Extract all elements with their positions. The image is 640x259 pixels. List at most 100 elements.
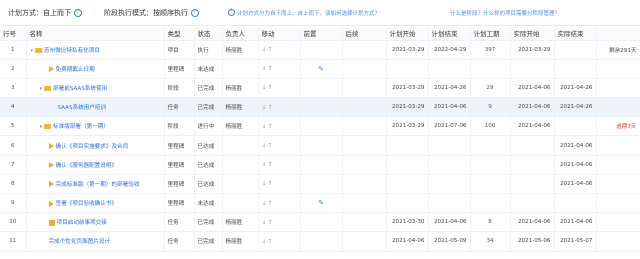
move-arrows-icon[interactable]: ↓↑ [258, 59, 301, 79]
stage-help-link[interactable]: 什么是阶段？什么样的项目需要分阶段管理？ [450, 9, 560, 17]
row-plan-days [470, 135, 511, 156]
row-prev-cell[interactable] [300, 78, 343, 99]
row-plan-end [428, 174, 471, 195]
row-name-cell[interactable]: ▾ 苏州微比特私有化项目 [26, 40, 165, 60]
table-row[interactable]: 1 ▾ 苏州微比特私有化项目 项目 执行 杨丽胜 ↓↑ 2021-03-29 2022-04-2… [0, 40, 640, 60]
row-prev-cell[interactable] [300, 135, 343, 156]
row-status: 未达成 [194, 193, 223, 214]
row-next-cell[interactable] [342, 135, 387, 156]
row-name[interactable]: SAAS系统用户培训 [58, 105, 107, 111]
col-actual-end[interactable]: 实际结束 [554, 27, 597, 41]
row-next-cell[interactable] [342, 97, 387, 118]
row-name-cell[interactable]: ▾ 部署前SAAS系统使用 [26, 78, 165, 99]
row-name[interactable]: 苏州微比特私有化项目 [44, 48, 100, 54]
row-status: 已完成 [194, 97, 223, 118]
row-prev-cell[interactable] [300, 231, 343, 252]
row-next-cell[interactable] [342, 59, 387, 79]
row-prev-cell[interactable] [300, 116, 343, 137]
move-arrows-icon[interactable]: ↓↑ [258, 97, 301, 118]
row-prev-cell[interactable]: ✎ [300, 193, 343, 214]
move-arrows-icon[interactable]: ↓↑ [258, 135, 301, 156]
col-actual-start[interactable]: 实际开始 [510, 27, 555, 41]
move-arrows-icon[interactable]: ↓↑ [258, 174, 301, 195]
row-prev-cell[interactable] [300, 212, 343, 233]
expand-toggle-icon[interactable]: ▾ [40, 124, 43, 130]
row-next-cell[interactable] [342, 78, 387, 99]
row-name[interactable]: 项目启动前事项交接 [57, 220, 107, 226]
expand-toggle-icon[interactable]: ▾ [40, 86, 43, 92]
stage-mode-value[interactable]: 按顺序执行 [153, 8, 188, 18]
row-actual-end [554, 193, 597, 214]
table-row[interactable]: 8 完成标准版（第一期）的部署验收 里程碑 已达成 ↓↑ 2021-04-06 [0, 174, 640, 195]
move-arrows-icon[interactable]: ↓↑ [258, 155, 301, 175]
folder-icon [44, 85, 52, 91]
row-plan-start: 2021-03-30 [386, 212, 429, 233]
move-arrows-icon[interactable]: ↓↑ [258, 40, 301, 60]
plan-mode-value[interactable]: 自上而下 [43, 8, 71, 18]
plan-mode-edit-icon[interactable]: ✓ [74, 8, 82, 17]
row-name[interactable]: 签署《项目验收确认书》 [56, 201, 118, 207]
row-name[interactable]: 确认《项目实施要求》及合同 [56, 144, 129, 150]
row-next-cell[interactable] [342, 116, 387, 137]
row-name[interactable]: 免费期截止日期 [56, 67, 95, 73]
col-plan-start[interactable]: 计划开始 [386, 27, 429, 41]
table-row[interactable]: 11 完成个性化页面图片设计 任务 已完成 杨丽胜 ↓↑ 2021-04-06 2021-05… [0, 231, 640, 252]
row-next-cell[interactable] [342, 174, 387, 195]
row-name-cell[interactable]: 签署《项目验收确认书》 [26, 193, 165, 214]
table-row[interactable]: 9 签署《项目验收确认书》 里程碑 未达成 ↓↑ ✎ [0, 193, 640, 214]
col-plan-days[interactable]: 计划工期 [470, 27, 511, 41]
row-prev-cell[interactable] [300, 155, 343, 175]
table-row[interactable]: 7 确认《服务器配置说明》 里程碑 已达成 ↓↑ 2021-04-06 [0, 155, 640, 175]
table-row[interactable]: 10 项目启动前事项交接 任务 已完成 杨丽胜 ↓↑ 2021-03-30 2021-04-0… [0, 212, 640, 233]
row-plan-start [386, 135, 429, 156]
stage-mode-label: 阶段执行模式： [104, 8, 153, 17]
row-name[interactable]: 确认《服务器配置说明》 [56, 163, 118, 169]
move-arrows-icon[interactable]: ↓↑ [258, 116, 301, 137]
move-arrows-icon[interactable]: ↓↑ [258, 212, 301, 233]
table-row[interactable]: 4 SAAS系统用户培训 任务 已完成 杨丽胜 ↓↑ 2021-03-29 2021-04-0… [0, 97, 640, 118]
expand-toggle-icon[interactable]: ▾ [31, 48, 34, 54]
stage-mode-edit-icon[interactable]: ✓ [191, 8, 199, 17]
row-name-cell[interactable]: ▾ 标准版部署（第一期） [26, 116, 165, 137]
row-name-cell[interactable]: 免费期截止日期 [26, 59, 165, 79]
row-name[interactable]: 完成标准版（第一期）的部署验收 [56, 182, 140, 188]
row-prev-cell[interactable] [300, 97, 343, 118]
pencil-icon[interactable]: ✎ [318, 199, 324, 207]
row-next-cell[interactable] [342, 193, 387, 214]
move-arrows-icon[interactable]: ↓↑ [258, 231, 301, 252]
row-plan-end [428, 155, 471, 175]
row-name-cell[interactable]: 确认《服务器配置说明》 [26, 155, 165, 175]
row-prev-cell[interactable] [300, 40, 343, 60]
row-name[interactable]: 标准版部署（第一期） [53, 124, 109, 130]
table-row[interactable]: 5 ▾ 标准版部署（第一期） 阶段 进行中 杨丽胜 ↓↑ 2021-03-29 2021-07-… [0, 116, 640, 137]
table-row[interactable]: 3 ▾ 部署前SAAS系统使用 阶段 已完成 杨丽胜 ↓↑ 2021-03-29 2021-04… [0, 78, 640, 99]
row-name-cell[interactable]: 完成标准版（第一期）的部署验收 [26, 174, 165, 195]
row-next-cell[interactable] [342, 40, 387, 60]
row-next-cell[interactable] [342, 231, 387, 252]
pencil-icon[interactable]: ✎ [318, 65, 324, 73]
row-actual-start: 2021-05-06 [510, 231, 555, 252]
plan-mode-help-link[interactable]: ? 计划方式分为自下而上、自上而下，该如何选择计划方式？ [228, 9, 380, 17]
row-status: 未达成 [194, 59, 223, 79]
row-index: 10 [0, 212, 27, 233]
col-plan-end[interactable]: 计划结束 [428, 27, 471, 41]
move-arrows-icon[interactable]: ↓↑ [258, 193, 301, 214]
table-row[interactable]: 2 免费期截止日期 里程碑 未达成 ↓↑ ✎ [0, 59, 640, 79]
table-row[interactable]: 6 确认《项目实施要求》及合同 里程碑 已达成 ↓↑ 2021-04-06 [0, 135, 640, 156]
plan-table: 行号 名称 类型 状态 负责人 移动 前置 后续 计划开始 计划结束 计划工期 … [0, 27, 640, 252]
row-name-cell[interactable]: 完成个性化页面图片设计 [26, 231, 165, 252]
row-name-cell[interactable]: SAAS系统用户培训 [26, 97, 165, 118]
row-actual-start [510, 59, 555, 79]
row-name[interactable]: 完成个性化页面图片设计 [49, 239, 111, 245]
move-arrows-icon[interactable]: ↓↑ [258, 78, 301, 99]
row-name-cell[interactable]: 确认《项目实施要求》及合同 [26, 135, 165, 156]
row-next-cell[interactable] [342, 155, 387, 175]
folder-icon [35, 47, 43, 53]
row-actual-end [554, 59, 597, 79]
row-name-cell[interactable]: 项目启动前事项交接 [26, 212, 165, 233]
row-prev-cell[interactable]: ✎ [300, 59, 343, 79]
row-plan-days: 29 [470, 78, 511, 99]
row-name[interactable]: 部署前SAAS系统使用 [53, 86, 107, 92]
row-prev-cell[interactable] [300, 174, 343, 195]
row-next-cell[interactable] [342, 212, 387, 233]
